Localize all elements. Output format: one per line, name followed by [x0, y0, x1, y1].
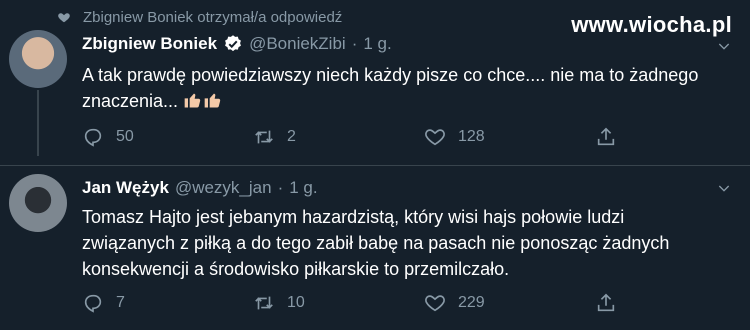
share-button[interactable] [595, 292, 635, 314]
share-button[interactable] [595, 126, 635, 148]
context-label[interactable]: Zbigniew Boniek otrzymał/a odpowiedź [83, 9, 342, 26]
retweet-button[interactable]: 10 [253, 292, 424, 314]
retweet-icon [255, 130, 273, 144]
timestamp[interactable]: 1 g. [289, 178, 317, 198]
tweet[interactable]: Zbigniew Boniek @BoniekZibi · 1 g. A tak… [0, 28, 750, 165]
tweet-header: Jan Wężyk @wezyk_jan · 1 g. [82, 178, 318, 198]
author-handle[interactable]: @wezyk_jan [175, 178, 272, 198]
reply-count: 50 [116, 128, 134, 145]
retweet-icon [255, 296, 273, 310]
like-count: 229 [458, 294, 485, 311]
reply-icon [84, 294, 102, 313]
tweet-text: A tak prawdę powiedziawszy niech każdy p… [82, 62, 722, 114]
reply-button[interactable]: 7 [82, 292, 253, 314]
avatar[interactable] [9, 174, 67, 232]
verified-badge-icon [225, 35, 241, 52]
like-button[interactable]: 128 [424, 126, 595, 148]
heart-icon [425, 129, 445, 146]
heart-icon [58, 13, 70, 23]
retweet-count: 10 [287, 294, 305, 311]
retweet-button[interactable]: 2 [253, 126, 424, 148]
tweet[interactable]: Jan Wężyk @wezyk_jan · 1 g. Tomasz Hajto… [0, 165, 750, 330]
author-name[interactable]: Jan Wężyk [82, 178, 169, 198]
like-button[interactable]: 229 [424, 292, 595, 314]
share-icon [597, 127, 615, 146]
author-handle[interactable]: @BoniekZibi [249, 34, 346, 54]
tweet-actions: 50 2 128 [82, 126, 642, 148]
thumbs-up-icon [184, 93, 201, 108]
chevron-down-icon[interactable] [716, 180, 732, 196]
heart-icon [425, 295, 445, 312]
retweet-count: 2 [287, 128, 296, 145]
tweet-text: Tomasz Hajto jest jebanym hazardzistą, k… [82, 207, 670, 279]
separator-dot: · [351, 34, 358, 53]
reply-icon [84, 128, 102, 147]
chevron-down-icon[interactable] [716, 38, 732, 54]
social-context: Zbigniew Boniek otrzymał/a odpowiedź [57, 6, 342, 28]
tweet-text-content: A tak prawdę powiedziawszy niech każdy p… [82, 65, 699, 111]
share-icon [597, 293, 615, 312]
avatar[interactable] [9, 30, 67, 88]
tweet-actions: 7 10 229 [82, 292, 642, 314]
author-name[interactable]: Zbigniew Boniek [82, 34, 217, 54]
separator-dot: · [277, 178, 284, 197]
like-count: 128 [458, 128, 485, 145]
reply-button[interactable]: 50 [82, 126, 253, 148]
thumbs-up-icon [204, 93, 221, 108]
timestamp[interactable]: 1 g. [363, 34, 391, 54]
tweet-header: Zbigniew Boniek @BoniekZibi · 1 g. [82, 34, 392, 54]
reply-count: 7 [116, 294, 125, 311]
